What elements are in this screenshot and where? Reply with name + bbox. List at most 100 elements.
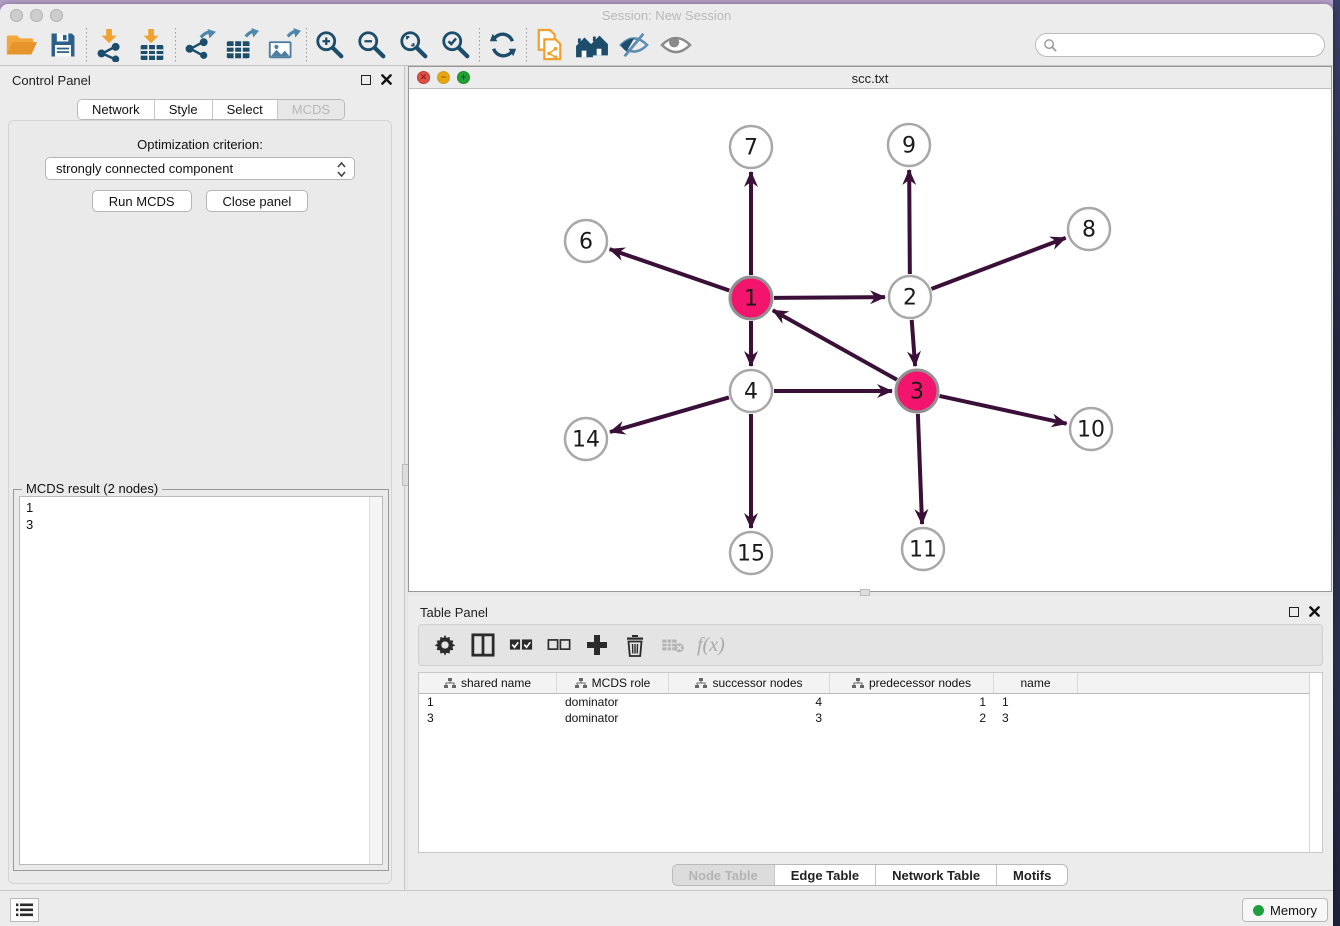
mcds-result-title: MCDS result (2 nodes) (22, 481, 162, 496)
graph-node-8[interactable]: 8 (1068, 208, 1110, 250)
graph-node-3[interactable]: 3 (896, 370, 938, 412)
edge-2-3[interactable] (912, 320, 915, 366)
close-panel-button[interactable]: Close panel (206, 190, 309, 212)
column-header-MCDS-role[interactable]: MCDS role (557, 673, 669, 693)
save-session-button[interactable] (42, 26, 84, 64)
table-cell: 1 (830, 694, 994, 710)
gear-icon (434, 634, 456, 656)
column-header-label: MCDS role (592, 676, 651, 690)
tab-select[interactable]: Select (212, 100, 277, 119)
network-canvas[interactable]: 7 9 6 8 1 2 4 3 14 10 15 11 (409, 89, 1331, 591)
tab-node-table[interactable]: Node Table (673, 865, 774, 885)
memory-button[interactable]: Memory (1242, 898, 1328, 922)
column-header-successor-nodes[interactable]: successor nodes (669, 673, 830, 693)
tab-motifs[interactable]: Motifs (996, 865, 1067, 885)
float-table-panel-icon[interactable] (1289, 607, 1299, 617)
edge-1-2[interactable] (774, 297, 885, 298)
node-label: 6 (579, 230, 593, 255)
export-network-icon (182, 28, 216, 62)
table-settings-button[interactable] (429, 628, 461, 662)
zoom-out-button[interactable] (351, 26, 393, 64)
tab-network-table[interactable]: Network Table (875, 865, 996, 885)
open-session-button[interactable] (0, 26, 42, 64)
application-window: Session: New Session (0, 4, 1333, 926)
control-panel: Control Panel NetworkStyleSelectMCDS Opt… (0, 66, 404, 890)
tab-style[interactable]: Style (154, 100, 212, 119)
horizontal-splitter-grip[interactable] (860, 589, 870, 596)
graph-node-11[interactable]: 11 (902, 528, 944, 570)
table-scrollbar[interactable] (1309, 673, 1322, 852)
node-label: 4 (744, 380, 758, 405)
tab-mcds[interactable]: MCDS (277, 100, 344, 119)
add-column-button[interactable] (581, 628, 613, 662)
network-window-title: scc.txt (409, 71, 1331, 86)
show-all-button[interactable] (571, 26, 613, 64)
export-network-button[interactable] (178, 26, 220, 64)
tab-network[interactable]: Network (78, 100, 154, 119)
mcds-result-scrollbar[interactable] (369, 497, 382, 864)
node-label: 14 (572, 428, 600, 453)
mcds-result-list[interactable]: 13 (19, 496, 383, 865)
edge-2-8[interactable] (932, 238, 1066, 289)
houses-icon (574, 30, 610, 60)
table-cell: dominator (557, 694, 669, 710)
graph-node-10[interactable]: 10 (1070, 408, 1112, 450)
close-table-panel-icon[interactable] (1309, 606, 1320, 617)
list-icon (16, 903, 33, 917)
export-table-button[interactable] (220, 26, 262, 64)
memory-status-icon (1253, 905, 1264, 916)
node-label: 2 (903, 286, 917, 311)
column-header-shared-name[interactable]: shared name (419, 673, 557, 693)
import-network-button[interactable] (89, 26, 131, 64)
close-panel-icon[interactable] (381, 74, 392, 85)
zoom-in-button[interactable] (309, 26, 351, 64)
save-icon (48, 30, 78, 60)
zoom-fit-button[interactable] (393, 26, 435, 64)
column-view-button[interactable] (467, 628, 499, 662)
search-input[interactable] (1035, 33, 1325, 57)
column-header-label: name (1020, 676, 1050, 690)
float-panel-icon[interactable] (361, 75, 371, 85)
toolbar-separator (526, 28, 527, 62)
column-header-name[interactable]: name (994, 673, 1078, 693)
refresh-button[interactable] (482, 26, 524, 64)
table-row[interactable]: 1dominator411 (419, 694, 1322, 710)
graph-node-2[interactable]: 2 (889, 276, 931, 318)
graph-node-6[interactable]: 6 (565, 220, 607, 262)
graph-node-15[interactable]: 15 (730, 532, 772, 574)
hide-selected-button[interactable] (613, 26, 655, 64)
edge-2-9[interactable] (909, 170, 910, 274)
memory-label: Memory (1270, 903, 1317, 918)
graph-node-14[interactable]: 14 (565, 418, 607, 460)
edge-3-1[interactable] (773, 310, 897, 380)
column-header-predecessor-nodes[interactable]: predecessor nodes (830, 673, 994, 693)
window-title: Session: New Session (0, 8, 1333, 23)
edge-1-6[interactable] (610, 249, 730, 290)
tab-edge-table[interactable]: Edge Table (774, 865, 875, 885)
clone-network-icon (535, 28, 565, 62)
node-label: 1 (744, 287, 758, 312)
import-table-button[interactable] (131, 26, 173, 64)
delete-table-icon (661, 636, 685, 654)
clone-network-button[interactable] (529, 26, 571, 64)
zoom-selected-button[interactable] (435, 26, 477, 64)
graph-node-1[interactable]: 1 (730, 277, 772, 319)
unselect-all-button[interactable] (543, 628, 575, 662)
table-cell: 2 (830, 710, 994, 726)
task-history-button[interactable] (10, 898, 39, 922)
table-row[interactable]: 3dominator323 (419, 710, 1322, 726)
edge-3-10[interactable] (939, 396, 1066, 424)
show-eye-button[interactable] (655, 26, 697, 64)
graph-node-7[interactable]: 7 (730, 126, 772, 168)
export-image-button[interactable] (262, 26, 304, 64)
graph-node-9[interactable]: 9 (888, 124, 930, 166)
delete-column-button[interactable] (619, 628, 651, 662)
select-all-button[interactable] (505, 628, 537, 662)
edge-4-14[interactable] (610, 397, 729, 432)
criterion-select[interactable]: strongly connected component (45, 157, 355, 180)
edge-3-11[interactable] (918, 414, 922, 524)
run-mcds-button[interactable]: Run MCDS (92, 190, 192, 212)
toolbar-separator (86, 28, 87, 62)
graph-node-4[interactable]: 4 (730, 370, 772, 412)
table-cell: 1 (419, 694, 557, 710)
